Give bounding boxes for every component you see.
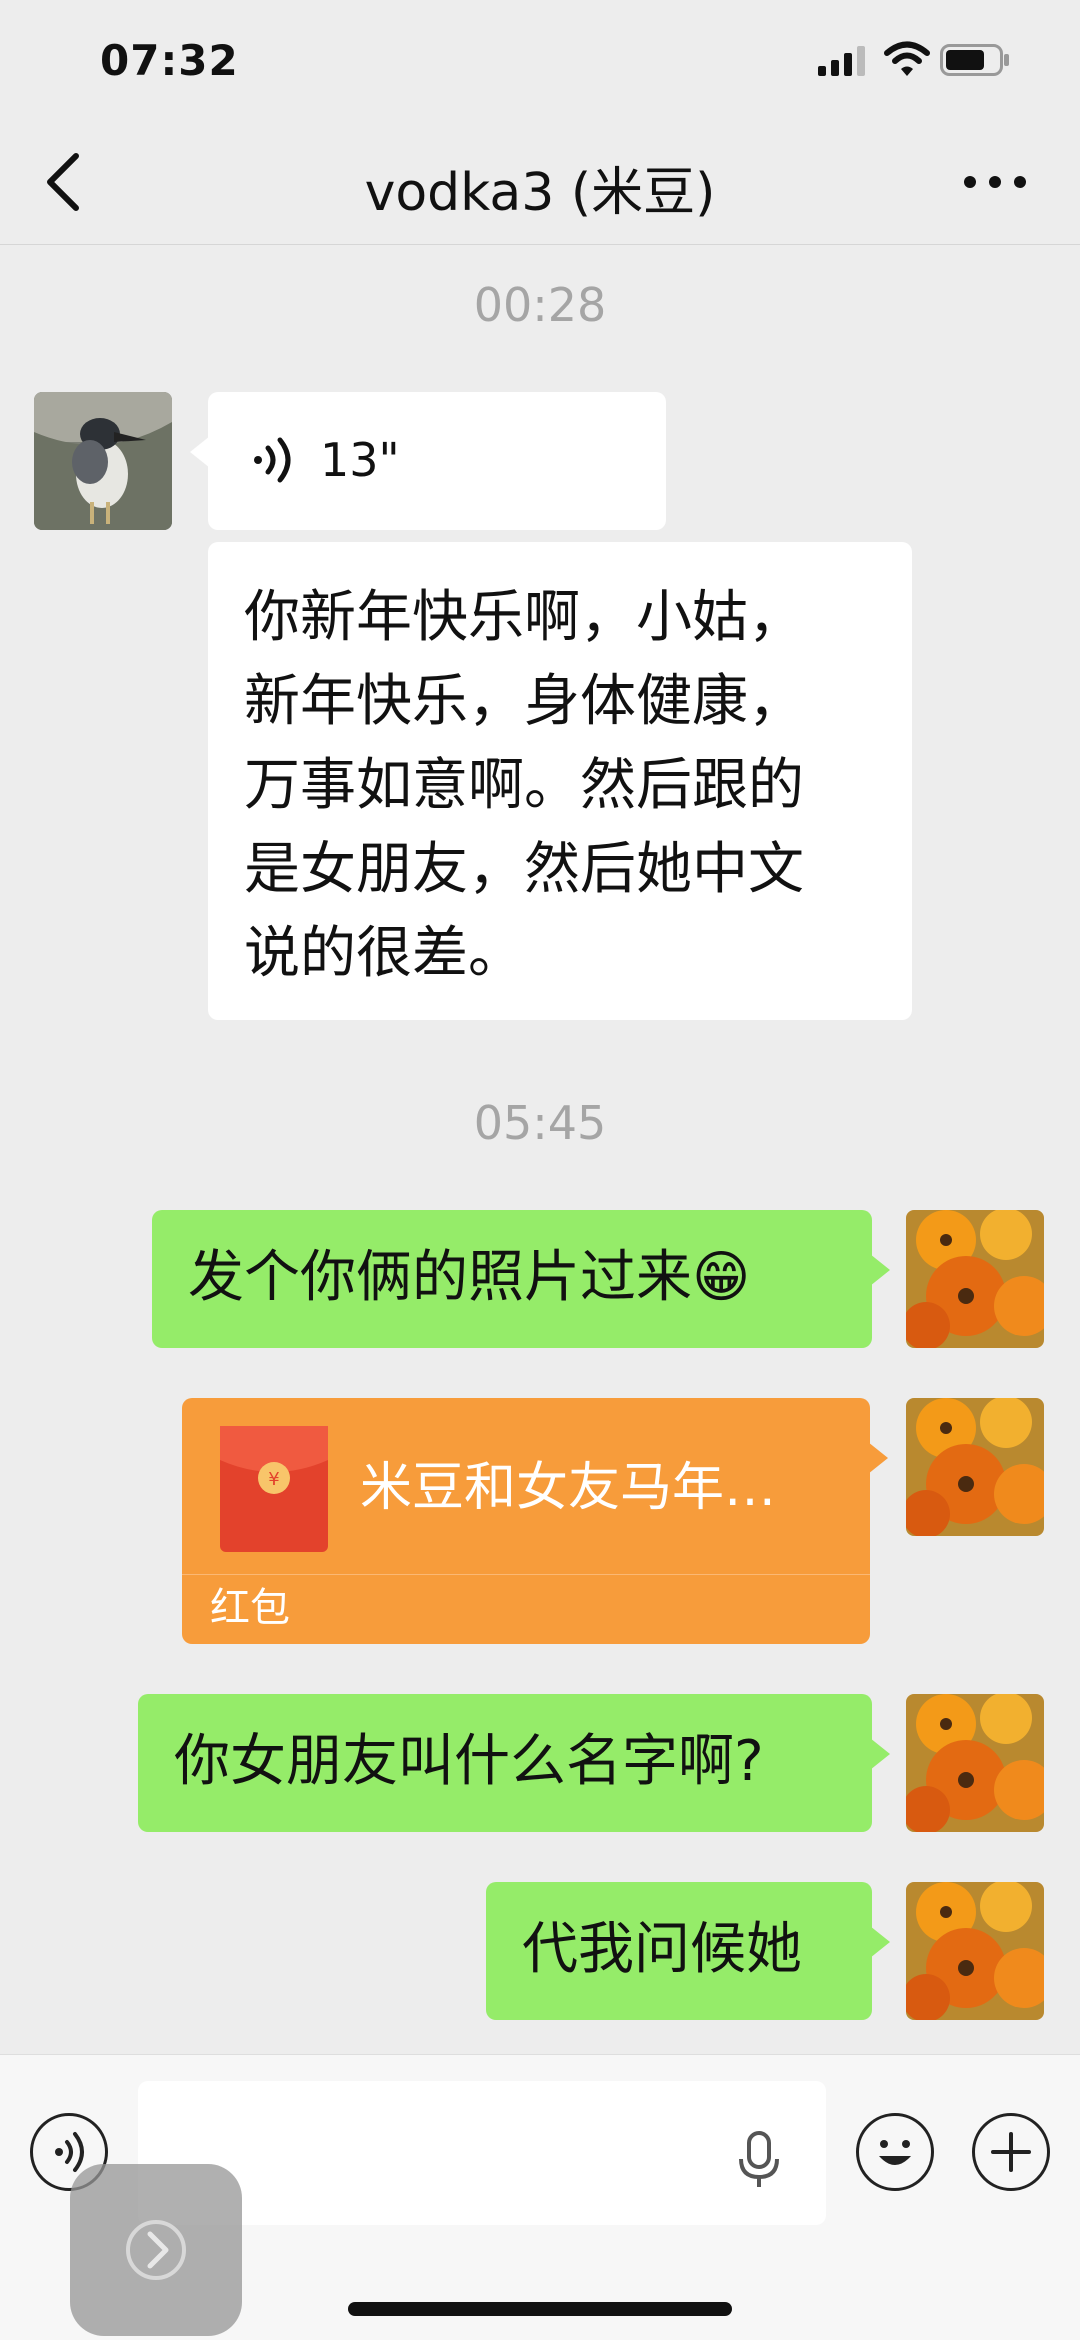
red-packet-icon: ¥ <box>220 1426 328 1552</box>
red-packet-title: 米豆和女友马年… <box>360 1458 777 1518</box>
red-packet-message[interactable]: ¥ 米豆和女友马年… 红包 <box>182 1398 888 1644</box>
bird-avatar-image <box>34 392 172 530</box>
outgoing-text-message[interactable]: 代我问候她 <box>486 1882 890 2020</box>
floating-forward-button[interactable] <box>70 2164 242 2336</box>
voice-message[interactable]: 13" <box>190 392 666 530</box>
contact-avatar[interactable] <box>34 392 172 530</box>
red-packet-divider <box>182 1574 870 1575</box>
timestamp: 00:28 <box>473 278 607 332</box>
my-avatar[interactable] <box>906 1210 1044 1348</box>
chat-title: vodka3 (米豆) <box>364 163 716 223</box>
voice-duration: 13" <box>320 433 400 487</box>
message-text: 代我问候她 <box>522 1917 802 1982</box>
incoming-text-message[interactable]: 你新年快乐啊，小姑， 新年快乐，身体健康， 万事如意啊。然后跟的 是女朋友，然后… <box>208 542 912 1020</box>
flower-avatar-image <box>906 1882 1044 2020</box>
forward-arrow-icon <box>126 2220 186 2280</box>
my-avatar[interactable] <box>906 1694 1044 1832</box>
status-bar: 07:32 <box>0 0 1080 120</box>
more-icon[interactable] <box>960 160 1030 204</box>
status-time: 07:32 <box>100 36 239 85</box>
home-indicator <box>348 2302 732 2316</box>
message-text: 你女朋友叫什么名字啊? <box>174 1729 764 1794</box>
message-text: 你新年快乐啊，小姑， 新年快乐，身体健康， 万事如意啊。然后跟的 是女朋友，然后… <box>244 585 804 986</box>
flower-avatar-image <box>906 1210 1044 1348</box>
signal-icon <box>818 46 865 76</box>
timestamp: 05:45 <box>473 1096 607 1150</box>
voice-wave-icon <box>254 437 291 483</box>
outgoing-text-message[interactable]: 你女朋友叫什么名字啊? <box>138 1694 890 1832</box>
chat-header: vodka3 (米豆) <box>0 120 1080 245</box>
emoji-icon <box>879 2140 911 2165</box>
plus-button[interactable] <box>972 2113 1050 2191</box>
outgoing-text-message[interactable]: 发个你俩的照片过来😁 <box>152 1210 890 1348</box>
flower-avatar-image <box>906 1398 1044 1536</box>
wifi-icon <box>884 41 930 76</box>
red-packet-label: 红包 <box>210 1585 290 1631</box>
mic-icon[interactable] <box>736 2131 782 2189</box>
plus-icon <box>991 2132 1031 2172</box>
my-avatar[interactable] <box>906 1882 1044 2020</box>
message-text: 发个你俩的照片过来😁 <box>188 1245 751 1310</box>
my-avatar[interactable] <box>906 1398 1044 1536</box>
emoji-button[interactable] <box>856 2113 934 2191</box>
flower-avatar-image <box>906 1694 1044 1832</box>
battery-icon <box>940 44 1009 76</box>
svg-text:¥: ¥ <box>268 1469 279 1490</box>
